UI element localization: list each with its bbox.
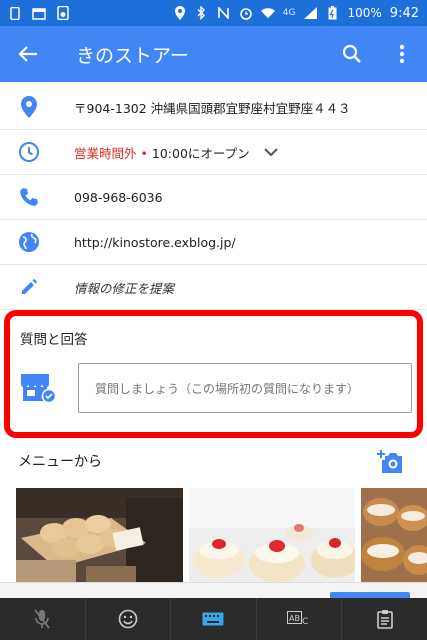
emoji-icon: [118, 609, 138, 629]
add-photo-button[interactable]: [376, 450, 404, 478]
text-correction-button[interactable]: AB C: [257, 598, 343, 640]
keyboard-button[interactable]: [171, 598, 257, 640]
location-icon: [173, 6, 187, 20]
cell-signal-icon: [303, 6, 317, 20]
page-title: きのストアー: [76, 44, 189, 67]
search-icon: [342, 44, 361, 63]
nfc-icon: [217, 6, 231, 20]
phone-number: 098-968-6036: [74, 189, 163, 205]
status-bar: 4G 100% 9:42: [0, 0, 427, 26]
hours-open-time: 10:00にオープン: [151, 145, 250, 161]
menu-section-title: メニューから: [18, 454, 102, 470]
more-options-button[interactable]: [377, 26, 427, 82]
keyboard-toolbar: AB C: [0, 598, 427, 640]
chevron-down-icon: [263, 147, 278, 156]
wifi-icon: [260, 6, 275, 20]
battery-charging-icon: [325, 6, 339, 20]
alarm-icon: [239, 6, 253, 20]
phone-row[interactable]: 098-968-6036: [0, 175, 427, 220]
store-verified-icon: [20, 372, 57, 408]
emoji-button[interactable]: [86, 598, 172, 640]
address-text: 〒904-1302 沖縄県国頭郡宜野座村宜野座４４３: [74, 100, 351, 116]
more-vert-icon: [399, 44, 405, 64]
globe-icon: [0, 231, 58, 253]
add-photo-icon: [377, 450, 402, 473]
speaker-notification-icon: [56, 6, 70, 20]
mic-off-icon: [34, 609, 51, 629]
menu-photo-2[interactable]: [189, 488, 355, 582]
network-type: 4G: [282, 8, 296, 18]
address-row[interactable]: 〒904-1302 沖縄県国頭郡宜野座村宜野座４４３: [0, 85, 427, 130]
svg-text:C: C: [302, 617, 308, 627]
phone-icon: [0, 187, 58, 207]
app-bar: きのストアー: [0, 26, 427, 82]
menu-photo-1[interactable]: [16, 488, 183, 582]
clipboard-icon: [376, 610, 393, 629]
place-pin-icon: [0, 96, 58, 118]
pencil-icon: [0, 278, 58, 296]
clipboard-button[interactable]: [342, 598, 427, 640]
search-button[interactable]: [327, 26, 377, 82]
hours-status: 営業時間外: [74, 145, 137, 161]
website-row[interactable]: http://kinostore.exblog.jp/: [0, 220, 427, 265]
phone-notification-icon: [8, 6, 22, 20]
bluetooth-icon: [195, 6, 209, 20]
questions-answers-section: 質問と回答 質問しましょう（この場所初の質問になります）: [4, 310, 423, 438]
website-link[interactable]: http://kinostore.exblog.jp/: [74, 235, 236, 250]
hours-separator: •: [140, 145, 148, 161]
menu-photo-3[interactable]: [361, 488, 427, 582]
hours-row[interactable]: 営業時間外 • 10:00にオープン: [0, 130, 427, 175]
clock: 9:42: [389, 5, 419, 21]
clock-icon: [0, 141, 58, 163]
voice-input-button[interactable]: [0, 598, 86, 640]
ask-question-input[interactable]: 質問しましょう（この場所初の質問になります）: [78, 363, 412, 413]
calendar-notification-icon: [32, 6, 46, 20]
suggest-edit-row[interactable]: 情報の修正を提案: [0, 265, 427, 310]
spellcheck-icon: AB C: [287, 611, 308, 627]
suggest-edit-text: 情報の修正を提案: [74, 280, 175, 296]
arrow-back-icon: [18, 46, 37, 62]
keyboard-icon: [202, 612, 224, 626]
expand-hours-button[interactable]: [263, 147, 278, 157]
battery-level: 100%: [347, 6, 382, 20]
svg-text:AB: AB: [289, 614, 300, 623]
back-button[interactable]: [0, 26, 56, 82]
qa-title: 質問と回答: [20, 332, 88, 348]
